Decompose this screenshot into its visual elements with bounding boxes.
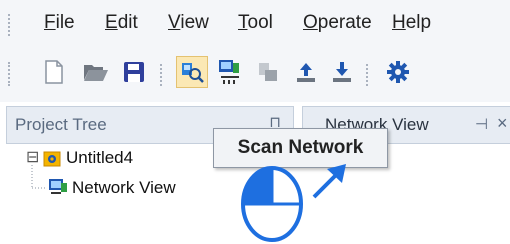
menu-view[interactable]: View [168, 12, 209, 34]
menu-help[interactable]: Help [392, 12, 431, 34]
toolbar-grip[interactable] [8, 62, 12, 86]
upload-button[interactable] [290, 56, 322, 88]
collapse-icon[interactable]: ⊟ [26, 147, 39, 167]
project-tree-title: Project Tree [15, 115, 107, 134]
disconnect-button[interactable] [252, 56, 284, 88]
project-icon [43, 151, 61, 167]
toolbar [0, 48, 510, 102]
save-button[interactable] [118, 56, 150, 88]
menu-tool[interactable]: Tool [238, 12, 273, 34]
disconnect-icon [259, 63, 277, 81]
network-device-icon [219, 60, 239, 84]
menu-edit[interactable]: Edit [105, 12, 138, 34]
settings-button[interactable] [382, 56, 414, 88]
download-button[interactable] [326, 56, 358, 88]
tooltip-text: Scan Network [237, 137, 364, 158]
scan-network-icon [182, 63, 204, 83]
menu-bar: File Edit View Tool Operate Help [0, 0, 510, 48]
network-device-button[interactable] [214, 56, 246, 88]
toolbar-separator [366, 64, 370, 86]
tree-root-label[interactable]: Untitled4 [66, 148, 133, 168]
close-icon[interactable]: × [497, 113, 508, 134]
settings-gear-icon [387, 61, 409, 83]
download-icon [333, 62, 351, 82]
scan-network-tooltip: Scan Network [213, 128, 388, 168]
arrow-icon [312, 164, 346, 199]
toolbar-separator [160, 64, 164, 86]
open-folder-icon [84, 65, 108, 81]
upload-icon [297, 63, 315, 82]
menu-operate[interactable]: Operate [303, 12, 372, 34]
scan-network-button[interactable] [176, 56, 208, 88]
menu-file[interactable]: File [44, 12, 75, 34]
network-view-icon [49, 179, 67, 194]
save-icon [124, 62, 144, 82]
menu-grip[interactable] [8, 14, 12, 36]
new-file-button[interactable] [38, 56, 70, 88]
new-file-icon [45, 60, 63, 84]
open-button[interactable] [80, 56, 112, 88]
pin-icon[interactable]: ⊣ [475, 115, 488, 133]
tree-child-label[interactable]: Network View [72, 178, 176, 198]
